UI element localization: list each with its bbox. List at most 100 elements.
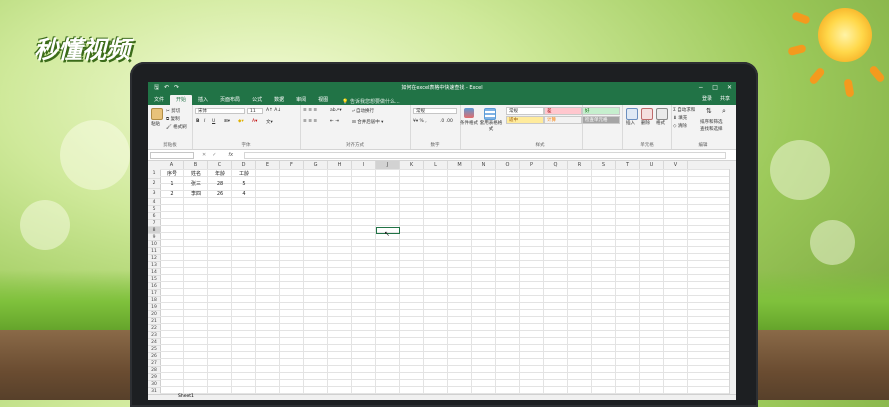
column-header-b[interactable]: B <box>184 161 208 169</box>
style-normal[interactable]: 常规 <box>506 107 544 115</box>
cell-b3[interactable]: 李四 <box>184 189 208 199</box>
enter-icon[interactable]: ✓ <box>212 152 216 158</box>
row-header-23[interactable]: 23 <box>148 332 160 339</box>
cell-a1[interactable]: 序号 <box>160 169 184 179</box>
login-link[interactable]: 登录 <box>702 94 712 105</box>
column-header-p[interactable]: P <box>520 161 544 169</box>
row-header-28[interactable]: 28 <box>148 367 160 374</box>
column-header-g[interactable]: G <box>304 161 328 169</box>
row-header-8[interactable]: 8 <box>148 227 160 234</box>
number-format-select[interactable]: 常规 <box>413 108 457 114</box>
cell-area[interactable]: 序号 姓名 年龄 工龄 1 张三 28 5 2 李四 26 4 ↖ <box>160 169 730 400</box>
style-neutral[interactable]: 适中 <box>506 116 544 124</box>
delete-cells-button[interactable]: 删除 <box>641 120 650 126</box>
row-header-30[interactable]: 30 <box>148 381 160 388</box>
row-header-27[interactable]: 27 <box>148 360 160 367</box>
cell-c2[interactable]: 28 <box>208 179 232 189</box>
row-header-18[interactable]: 18 <box>148 297 160 304</box>
format-painter-button[interactable]: 🖌 格式刷 <box>166 124 187 130</box>
row-header-16[interactable]: 16 <box>148 283 160 290</box>
name-box[interactable] <box>150 151 194 159</box>
column-header-t[interactable]: T <box>616 161 640 169</box>
row-header-17[interactable]: 17 <box>148 290 160 297</box>
row-header-20[interactable]: 20 <box>148 311 160 318</box>
row-header-2[interactable]: 2 <box>148 179 160 189</box>
row-header-13[interactable]: 13 <box>148 262 160 269</box>
row-header-12[interactable]: 12 <box>148 255 160 262</box>
sort-filter-icon[interactable]: ⇅ <box>706 107 712 115</box>
paste-icon[interactable] <box>151 108 163 120</box>
tab-review[interactable]: 审阅 <box>290 95 312 105</box>
wrap-text-button[interactable]: ⤶ 自动换行 <box>352 108 374 114</box>
column-header-u[interactable]: U <box>640 161 664 169</box>
column-header-h[interactable]: H <box>328 161 352 169</box>
border-icon[interactable]: ⊞▾ <box>224 119 230 124</box>
indent-icon[interactable]: ⇤ ⇥ <box>330 119 339 124</box>
tab-view[interactable]: 视图 <box>312 95 334 105</box>
column-header-r[interactable]: R <box>568 161 592 169</box>
format-cells-button[interactable]: 格式 <box>656 120 665 126</box>
maximize-button[interactable]: □ <box>712 82 718 94</box>
row-header-7[interactable]: 7 <box>148 220 160 227</box>
row-header-3[interactable]: 3 <box>148 189 160 199</box>
row-header-10[interactable]: 10 <box>148 241 160 248</box>
column-header-l[interactable]: L <box>424 161 448 169</box>
row-header-26[interactable]: 26 <box>148 353 160 360</box>
paste-button[interactable]: 粘贴 <box>151 121 160 127</box>
cell-c1[interactable]: 年龄 <box>208 169 232 179</box>
fill-color-icon[interactable]: ◆▾ <box>238 119 244 124</box>
conditional-format-button[interactable]: 条件格式 <box>460 120 478 126</box>
row-header-19[interactable]: 19 <box>148 304 160 311</box>
cut-button[interactable]: ✂ 剪切 <box>166 108 180 114</box>
align-top-icon[interactable]: ≡ ≡ ≡ <box>303 108 317 113</box>
cell-d3[interactable]: 4 <box>232 189 256 199</box>
delete-cells-icon[interactable] <box>641 108 653 120</box>
insert-function-icon[interactable]: fx <box>228 152 233 158</box>
tab-page-layout[interactable]: 页面布局 <box>214 95 246 105</box>
column-header-s[interactable]: S <box>592 161 616 169</box>
column-header-i[interactable]: I <box>352 161 376 169</box>
format-as-table-button[interactable]: 套用表格格式 <box>478 120 504 132</box>
find-select-icon[interactable]: ⌕ <box>722 107 726 116</box>
close-button[interactable]: ✕ <box>727 82 732 94</box>
insert-cells-icon[interactable] <box>626 108 638 120</box>
cell-b1[interactable]: 姓名 <box>184 169 208 179</box>
row-header-21[interactable]: 21 <box>148 318 160 325</box>
cell-c3[interactable]: 26 <box>208 189 232 199</box>
column-header-v[interactable]: V <box>664 161 688 169</box>
column-header-j[interactable]: J <box>376 161 400 169</box>
align-left-icon[interactable]: ≡ ≡ ≡ <box>303 119 317 124</box>
tab-insert[interactable]: 插入 <box>192 95 214 105</box>
column-header-f[interactable]: F <box>280 161 304 169</box>
underline-button[interactable]: U <box>212 119 215 124</box>
cell-d2[interactable]: 5 <box>232 179 256 189</box>
copy-button[interactable]: ⧉ 复制 <box>166 116 180 122</box>
row-header-25[interactable]: 25 <box>148 346 160 353</box>
share-button[interactable]: 共享 <box>720 94 730 105</box>
tell-me-search[interactable]: 💡 告诉我您想要做什么... <box>334 98 400 105</box>
row-header-6[interactable]: 6 <box>148 213 160 220</box>
style-calculation[interactable]: 计算 <box>544 116 582 124</box>
column-header-n[interactable]: N <box>472 161 496 169</box>
row-header-29[interactable]: 29 <box>148 374 160 381</box>
cell-a2[interactable]: 1 <box>160 179 184 189</box>
row-header-24[interactable]: 24 <box>148 339 160 346</box>
clear-button[interactable]: ◇ 清除 <box>673 123 687 129</box>
insert-cells-button[interactable]: 插入 <box>626 120 635 126</box>
cell-b2[interactable]: 张三 <box>184 179 208 189</box>
style-good[interactable]: 好 <box>582 107 620 115</box>
tab-data[interactable]: 数据 <box>268 95 290 105</box>
orientation-icon[interactable]: ab↗▾ <box>330 108 342 113</box>
column-header-c[interactable]: C <box>208 161 232 169</box>
style-check-cell[interactable]: 检查单元格 <box>582 116 620 124</box>
row-header-11[interactable]: 11 <box>148 248 160 255</box>
row-header-5[interactable]: 5 <box>148 206 160 213</box>
row-header-1[interactable]: 1 <box>148 169 160 179</box>
phonetic-icon[interactable]: 文▾ <box>266 119 273 125</box>
tab-file[interactable]: 文件 <box>148 95 170 105</box>
column-header-m[interactable]: M <box>448 161 472 169</box>
row-header-4[interactable]: 4 <box>148 199 160 206</box>
row-header-22[interactable]: 22 <box>148 325 160 332</box>
find-select-button[interactable]: 查找和选择 <box>700 126 723 132</box>
format-as-table-icon[interactable] <box>484 108 496 120</box>
